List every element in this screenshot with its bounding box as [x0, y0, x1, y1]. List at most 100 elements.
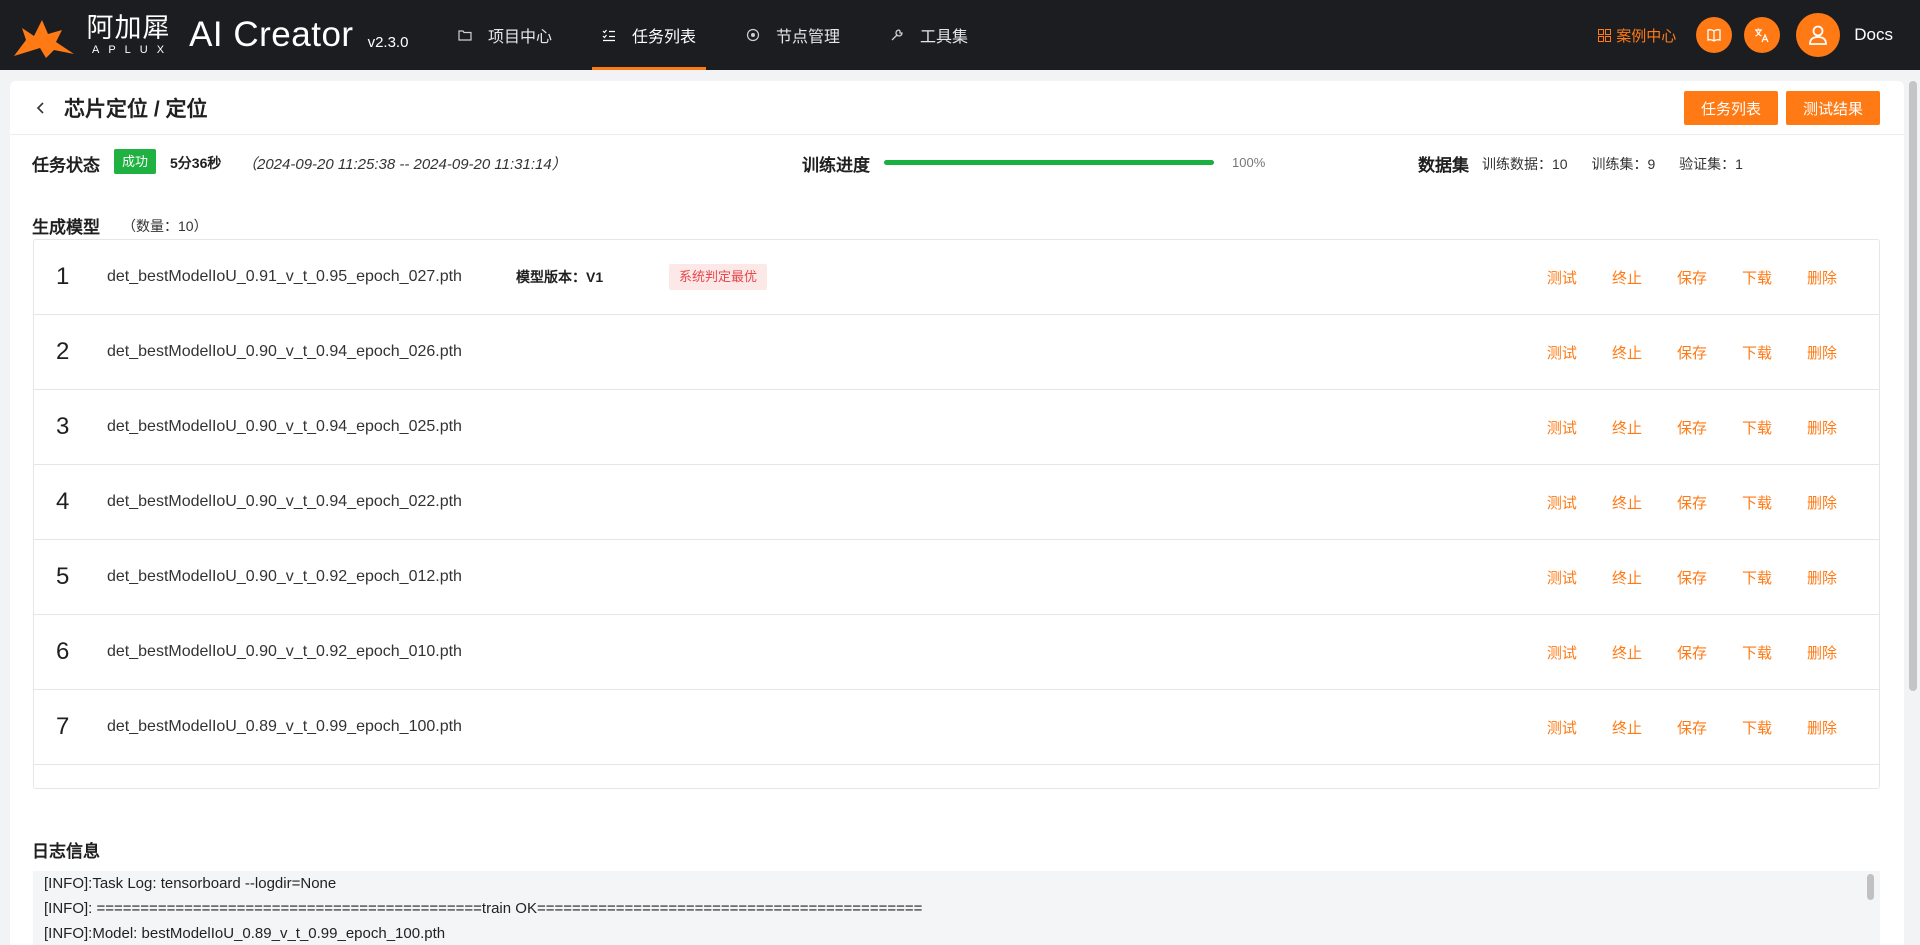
- test-button[interactable]: 测试: [1547, 342, 1577, 363]
- header-actions: 任务列表 测试结果: [1676, 91, 1880, 125]
- models-section-title: 生成模型: [32, 218, 100, 237]
- test-button[interactable]: 测试: [1547, 567, 1577, 588]
- model-filename: det_bestModelIoU_0.90_v_t_0.92_epoch_012…: [107, 568, 462, 585]
- nav-item-tasks[interactable]: 任务列表: [592, 0, 707, 70]
- save-button[interactable]: 保存: [1677, 417, 1707, 438]
- save-button[interactable]: 保存: [1677, 567, 1707, 588]
- log-line: [INFO]: ================================…: [44, 900, 923, 917]
- train-data-count: 训练数据：10: [1482, 156, 1568, 172]
- model-row: 4 det_bestModelIoU_0.90_v_t_0.94_epoch_02…: [34, 465, 1879, 540]
- stop-button[interactable]: 终止: [1612, 642, 1642, 663]
- model-row: 3 det_bestModelIoU_0.90_v_t_0.94_epoch_02…: [34, 390, 1879, 465]
- delete-button[interactable]: 删除: [1807, 492, 1837, 513]
- task-detail-card: 芯片定位 / 定位 任务列表 测试结果 任务状态 成功 5分36秒 （2024-…: [10, 81, 1904, 945]
- model-row: 5 det_bestModelIoU_0.90_v_t_0.92_epoch_01…: [34, 540, 1879, 615]
- nav-item-projects[interactable]: 项目中心: [458, 0, 552, 70]
- product-version: v2.3.0: [367, 33, 409, 51]
- save-button[interactable]: 保存: [1677, 267, 1707, 288]
- main-nav: 项目中心 任务列表 节点管理 工具集: [458, 0, 1018, 70]
- download-button[interactable]: 下载: [1742, 717, 1772, 738]
- nav-item-label: 节点管理: [776, 29, 841, 46]
- model-row: 1 det_bestModelIoU_0.91_v_t_0.95_epoch_02…: [34, 240, 1879, 315]
- task-time-range: （2024-09-20 11:25:38 -- 2024-09-20 11:31…: [242, 156, 567, 173]
- user-icon: [1809, 25, 1828, 45]
- test-button[interactable]: 测试: [1547, 642, 1577, 663]
- model-version: 模型版本：V1: [516, 269, 604, 285]
- stop-button[interactable]: 终止: [1612, 417, 1642, 438]
- val-set-count: 验证集：1: [1679, 156, 1743, 172]
- product-name: AI Creator: [189, 15, 354, 54]
- page-scrollbar[interactable]: [1906, 71, 1920, 945]
- save-button[interactable]: 保存: [1677, 492, 1707, 513]
- nav-item-tools[interactable]: 工具集: [890, 0, 968, 70]
- translate-icon: [1755, 28, 1769, 43]
- log-section-title: 日志信息: [32, 842, 100, 861]
- test-button[interactable]: 测试: [1547, 717, 1577, 738]
- task-list-button[interactable]: 任务列表: [1683, 91, 1778, 125]
- stop-button[interactable]: 终止: [1612, 342, 1642, 363]
- model-filename: det_bestModelIoU_0.90_v_t_0.94_epoch_025…: [107, 418, 462, 435]
- model-filename: det_bestModelIoU_0.91_v_t_0.95_epoch_027…: [107, 268, 462, 285]
- model-row-actions: 测试 终止 保存 下载 删除: [1512, 642, 1837, 663]
- model-row-actions: 测试 终止 保存 下载 删除: [1512, 717, 1837, 738]
- top-right-actions: 案例中心 Docs: [1598, 0, 1920, 70]
- nav-item-nodes[interactable]: 节点管理: [746, 0, 840, 70]
- test-button[interactable]: 测试: [1547, 417, 1577, 438]
- language-button[interactable]: [1744, 17, 1781, 53]
- delete-button[interactable]: 删除: [1807, 717, 1837, 738]
- test-button[interactable]: 测试: [1547, 267, 1577, 288]
- nav-item-label: 项目中心: [488, 29, 553, 46]
- delete-button[interactable]: 删除: [1807, 342, 1837, 363]
- delete-button[interactable]: 删除: [1807, 267, 1837, 288]
- best-model-tag: 系统判定最优: [669, 264, 768, 290]
- delete-button[interactable]: 删除: [1807, 642, 1837, 663]
- save-button[interactable]: 保存: [1677, 642, 1707, 663]
- model-row-actions: 测试 终止 保存 下载 删除: [1512, 417, 1837, 438]
- model-index: 5: [56, 563, 70, 590]
- task-list-icon: [602, 29, 616, 42]
- task-duration: 5分36秒: [170, 155, 222, 171]
- brand-chinese: 阿加犀 APLUX: [84, 14, 174, 57]
- user-avatar[interactable]: [1796, 13, 1841, 57]
- stop-button[interactable]: 终止: [1612, 567, 1642, 588]
- dataset-label: 数据集: [1418, 156, 1469, 175]
- stop-button[interactable]: 终止: [1612, 717, 1642, 738]
- log-line: [INFO]:Model: bestModelIoU_0.89_v_t_0.99…: [44, 925, 446, 942]
- download-button[interactable]: 下载: [1742, 642, 1772, 663]
- download-button[interactable]: 下载: [1742, 417, 1772, 438]
- delete-button[interactable]: 删除: [1807, 567, 1837, 588]
- case-center-link[interactable]: 案例中心: [1598, 25, 1676, 46]
- log-panel[interactable]: [INFO]:Task Log: tensorboard --logdir=No…: [33, 871, 1880, 945]
- test-button[interactable]: 测试: [1547, 492, 1577, 513]
- stop-button[interactable]: 终止: [1612, 267, 1642, 288]
- model-index: 1: [56, 263, 70, 290]
- test-results-button[interactable]: 测试结果: [1785, 91, 1880, 125]
- docs-link[interactable]: Docs: [1854, 25, 1893, 45]
- download-button[interactable]: 下载: [1742, 267, 1772, 288]
- training-progress-label: 训练进度: [802, 156, 870, 175]
- brand[interactable]: 阿加犀 APLUX AI Creator v2.3.0: [12, 10, 408, 60]
- task-status-row: 任务状态 成功 5分36秒 （2024-09-20 11:25:38 -- 20…: [10, 149, 1904, 175]
- page-scrollbar-thumb[interactable]: [1909, 81, 1917, 691]
- card-header: 芯片定位 / 定位 任务列表 测试结果: [10, 81, 1904, 135]
- chevron-left-icon[interactable]: [34, 101, 48, 115]
- top-navigation-bar: 阿加犀 APLUX AI Creator v2.3.0 项目中心 任务列表 节点…: [0, 0, 1920, 70]
- delete-button[interactable]: 删除: [1807, 417, 1837, 438]
- download-button[interactable]: 下载: [1742, 342, 1772, 363]
- grid-icon: [1598, 28, 1612, 42]
- model-row-actions: 测试 终止 保存 下载 删除: [1512, 567, 1837, 588]
- save-button[interactable]: 保存: [1677, 717, 1707, 738]
- nav-item-label: 任务列表: [632, 29, 697, 46]
- brand-en-name: APLUX: [92, 44, 174, 56]
- model-index: 4: [56, 488, 70, 515]
- model-row-actions: 测试 终止 保存 下载 删除: [1512, 342, 1837, 363]
- training-progress-fill: [884, 160, 1214, 165]
- save-button[interactable]: 保存: [1677, 342, 1707, 363]
- log-scrollbar[interactable]: [1867, 874, 1874, 900]
- stop-button[interactable]: 终止: [1612, 492, 1642, 513]
- book-button[interactable]: [1696, 17, 1733, 53]
- model-row-actions: 测试 终止 保存 下载 删除: [1512, 492, 1837, 513]
- download-button[interactable]: 下载: [1742, 567, 1772, 588]
- model-filename: det_bestModelIoU_0.90_v_t_0.94_epoch_026…: [107, 343, 462, 360]
- download-button[interactable]: 下载: [1742, 492, 1772, 513]
